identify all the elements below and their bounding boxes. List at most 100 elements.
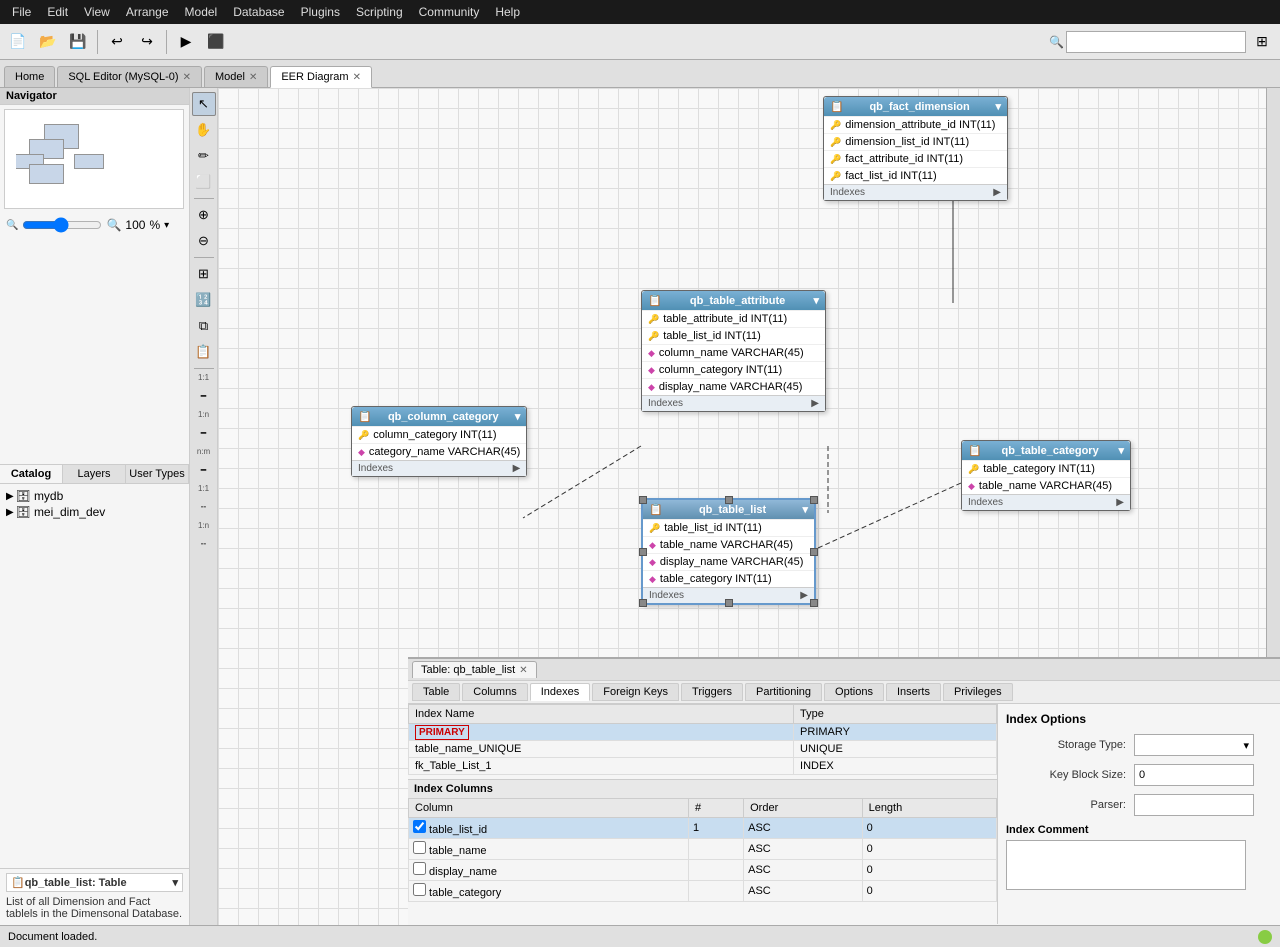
resize-tl[interactable] xyxy=(639,496,647,504)
idxcol-check-3[interactable]: display_name xyxy=(409,860,689,881)
open-button[interactable]: 📂 xyxy=(34,28,62,56)
eer-table-qb-table-list[interactable]: 📋 qb_table_list ▾ 🔑 table_list_id INT(11… xyxy=(641,498,816,605)
resize-br[interactable] xyxy=(810,599,818,607)
idxcol-check-1[interactable]: table_list_id xyxy=(409,818,689,839)
tool-calc[interactable]: 🔢 xyxy=(192,288,216,312)
resize-ml[interactable] xyxy=(639,548,647,556)
idx-row-fk[interactable]: fk_Table_List_1 INDEX xyxy=(409,758,997,775)
resize-tr[interactable] xyxy=(810,496,818,504)
eer-canvas[interactable]: 📋 qb_fact_dimension ▾ 🔑 dimension_attrib… xyxy=(218,88,1280,947)
zoom-dropdown-icon[interactable]: ▾ xyxy=(164,220,169,231)
tool-rel-1n[interactable]: ━ xyxy=(192,421,216,445)
eer-table-qb-column-category[interactable]: 📋 qb_column_category ▾ 🔑 column_category… xyxy=(351,406,527,477)
menu-file[interactable]: File xyxy=(4,3,39,21)
resize-bm[interactable] xyxy=(725,599,733,607)
zoom-slider[interactable] xyxy=(22,217,102,233)
left-tab-layers[interactable]: Layers xyxy=(63,465,126,483)
undo-button[interactable]: ↩ xyxy=(103,28,131,56)
tool-pencil[interactable]: ✏ xyxy=(192,144,216,168)
prop-tab-options[interactable]: Options xyxy=(824,683,884,701)
idxcol-cb-3[interactable] xyxy=(413,862,426,875)
tool-rel-11[interactable]: ━ xyxy=(192,384,216,408)
search-input[interactable] xyxy=(1066,31,1246,53)
tab-model[interactable]: Model ✕ xyxy=(204,66,268,87)
parser-input[interactable] xyxy=(1134,794,1254,816)
index-comment-textarea[interactable] xyxy=(1006,840,1246,890)
eer-footer-colcat[interactable]: Indexes ▶ xyxy=(352,460,526,476)
idxcol-check-2[interactable]: table_name xyxy=(409,839,689,860)
prop-tab-table[interactable]: Table xyxy=(412,683,460,701)
idxcol-row-2[interactable]: table_name ASC 0 xyxy=(409,839,997,860)
redo-button[interactable]: ↪ xyxy=(133,28,161,56)
key-block-size-input[interactable] xyxy=(1134,764,1254,786)
tool-zoom-out[interactable]: ⊖ xyxy=(192,229,216,253)
prop-tab-columns[interactable]: Columns xyxy=(462,683,527,701)
menu-database[interactable]: Database xyxy=(225,3,292,21)
menu-arrange[interactable]: Arrange xyxy=(118,3,177,21)
menu-scripting[interactable]: Scripting xyxy=(348,3,411,21)
eer-menu-colcat[interactable]: ▾ xyxy=(515,410,521,423)
idxcol-cb-4[interactable] xyxy=(413,883,426,896)
tool-rel-1no[interactable]: ╌ xyxy=(192,532,216,556)
menu-plugins[interactable]: Plugins xyxy=(293,3,348,21)
resize-tm[interactable] xyxy=(725,496,733,504)
tool-arrow[interactable]: ↖ xyxy=(192,92,216,116)
idxcol-check-4[interactable]: table_category xyxy=(409,881,689,902)
menu-view[interactable]: View xyxy=(76,3,118,21)
eer-footer-attr[interactable]: Indexes ▶ xyxy=(642,395,825,411)
search-expand-button[interactable]: ⊞ xyxy=(1248,28,1276,56)
info-dropdown-icon[interactable]: ▾ xyxy=(172,876,178,889)
prop-tab-inserts[interactable]: Inserts xyxy=(886,683,941,701)
tool-rel-nn[interactable]: ━ xyxy=(192,458,216,482)
eer-table-qb-table-attribute[interactable]: 📋 qb_table_attribute ▾ 🔑 table_attribute… xyxy=(641,290,826,412)
eer-table-qb-table-category[interactable]: 📋 qb_table_category ▾ 🔑 table_category I… xyxy=(961,440,1131,511)
eer-table-qb-fact-dimension[interactable]: 📋 qb_fact_dimension ▾ 🔑 dimension_attrib… xyxy=(823,96,1008,201)
stop-button[interactable]: ⬛ xyxy=(202,28,230,56)
tab-eer-diagram-close[interactable]: ✕ xyxy=(353,72,361,83)
menu-model[interactable]: Model xyxy=(177,3,226,21)
new-button[interactable]: 📄 xyxy=(4,28,32,56)
left-tab-catalog[interactable]: Catalog xyxy=(0,465,63,483)
idx-row-primary[interactable]: PRIMARY PRIMARY xyxy=(409,724,997,741)
eer-menu-attr[interactable]: ▾ xyxy=(813,294,819,307)
menu-community[interactable]: Community xyxy=(411,3,488,21)
idxcol-row-3[interactable]: display_name ASC 0 xyxy=(409,860,997,881)
idxcol-row-4[interactable]: table_category ASC 0 xyxy=(409,881,997,902)
tool-hand[interactable]: ✋ xyxy=(192,118,216,142)
prop-tab-partitioning[interactable]: Partitioning xyxy=(745,683,822,701)
resize-bl[interactable] xyxy=(639,599,647,607)
idx-row-unique[interactable]: table_name_UNIQUE UNIQUE xyxy=(409,741,997,758)
idxcol-cb-1[interactable] xyxy=(413,820,426,833)
eer-menu-fact[interactable]: ▾ xyxy=(995,100,1001,113)
idxcol-cb-2[interactable] xyxy=(413,841,426,854)
eer-menu-tc[interactable]: ▾ xyxy=(1118,444,1124,457)
storage-type-dropdown[interactable]: ▾ xyxy=(1134,734,1254,756)
eer-menu-tl[interactable]: ▾ xyxy=(802,503,808,516)
left-tab-user-types[interactable]: User Types xyxy=(126,465,189,483)
table-tab[interactable]: Table: qb_table_list ✕ xyxy=(412,661,537,678)
tab-sql-editor-close[interactable]: ✕ xyxy=(183,72,191,83)
save-button[interactable]: 💾 xyxy=(64,28,92,56)
menu-edit[interactable]: Edit xyxy=(39,3,76,21)
table-tab-close[interactable]: ✕ xyxy=(519,665,527,676)
tab-eer-diagram[interactable]: EER Diagram ✕ xyxy=(270,66,372,88)
eer-footer-fact[interactable]: Indexes ▶ xyxy=(824,184,1007,200)
resize-mr[interactable] xyxy=(810,548,818,556)
prop-tab-foreign-keys[interactable]: Foreign Keys xyxy=(592,683,679,701)
tool-copy[interactable]: ⧉ xyxy=(192,314,216,338)
prop-tab-indexes[interactable]: Indexes xyxy=(530,683,591,701)
tool-rel-11o[interactable]: ╌ xyxy=(192,495,216,519)
tree-item-mei-dim-dev[interactable]: ▶ 🗄 mei_dim_dev xyxy=(4,504,185,520)
eer-footer-tc[interactable]: Indexes ▶ xyxy=(962,494,1130,510)
menu-help[interactable]: Help xyxy=(487,3,528,21)
tree-item-mydb[interactable]: ▶ 🗄 mydb xyxy=(4,488,185,504)
tool-grid[interactable]: ⊞ xyxy=(192,262,216,286)
idxcol-row-1[interactable]: table_list_id 1 ASC 0 xyxy=(409,818,997,839)
tab-model-close[interactable]: ✕ xyxy=(249,72,257,83)
tab-home[interactable]: Home xyxy=(4,66,55,87)
prop-tab-triggers[interactable]: Triggers xyxy=(681,683,743,701)
tool-zoom-in[interactable]: ⊕ xyxy=(192,203,216,227)
tab-sql-editor[interactable]: SQL Editor (MySQL-0) ✕ xyxy=(57,66,202,87)
prop-tab-privileges[interactable]: Privileges xyxy=(943,683,1013,701)
tool-rect[interactable]: ⬜ xyxy=(192,170,216,194)
